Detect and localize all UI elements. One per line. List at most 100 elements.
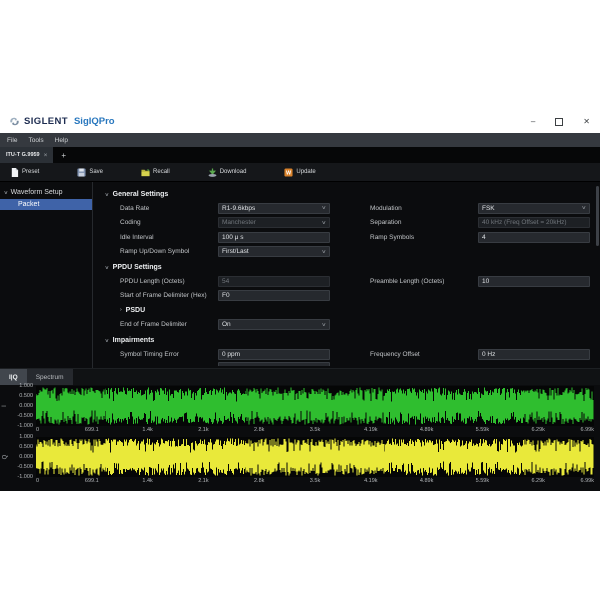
waveform-q-canvas[interactable] <box>36 437 594 477</box>
settings-scrollbar[interactable] <box>596 186 599 246</box>
close-button[interactable]: ✕ <box>583 118 590 126</box>
y-tick-label: 0.000 <box>19 454 33 460</box>
minimize-button[interactable]: – <box>531 118 535 126</box>
waveform-tree: ∨ Waveform Setup Packet <box>0 182 93 368</box>
y-tick-label: 0.500 <box>19 393 33 399</box>
x-tick-label: 6.99k <box>581 478 594 484</box>
plot-tab-bar: I|Q Spectrum <box>0 369 600 385</box>
menu-tools[interactable]: Tools <box>28 137 43 144</box>
save-button[interactable]: Save <box>77 168 103 177</box>
eofd-select[interactable]: On∨ <box>218 319 330 330</box>
y-tick-label: 0.000 <box>19 403 33 409</box>
x-tick-label: 4.19k <box>364 427 377 433</box>
menu-file[interactable]: File <box>7 137 17 144</box>
chevron-down-icon: ∨ <box>322 220 327 226</box>
preamble-length-field[interactable]: 10 <box>478 276 590 287</box>
app-window: SIGLENT SigIQPro – ✕ File Tools Help ITU… <box>0 110 600 490</box>
separation-field: 40 kHz (Freq Offset = 20kHz) <box>478 217 590 228</box>
y-tick-label: -0.500 <box>17 413 33 419</box>
chevron-down-icon: ∨ <box>104 265 109 271</box>
download-arrow-icon <box>208 168 217 177</box>
x-tick-label: 2.8k <box>254 478 264 484</box>
preset-button[interactable]: Preset <box>10 168 39 177</box>
y-axis-labels: 1.0000.5000.000-0.500-1.000 <box>10 437 36 477</box>
tab-close-icon[interactable]: × <box>44 152 48 159</box>
field-label: Ramp Up/Down Symbol <box>120 248 218 255</box>
x-axis-labels: 0699.11.4k2.1k2.8k3.5k4.19k4.89k5.59k6.2… <box>36 426 594 436</box>
title-bar: SIGLENT SigIQPro – ✕ <box>0 110 600 133</box>
field-label: Frequency Offset <box>370 351 478 358</box>
plot-panel: I|Q Spectrum I 1.000 0.500 0.000 -0.500 -1.0… <box>0 368 600 491</box>
x-tick-label: 1.4k <box>142 478 152 484</box>
y-axis-title-q: Q <box>0 437 10 477</box>
y-tick-label: -1.000 <box>17 474 33 480</box>
x-tick-label: 699.1 <box>85 427 99 433</box>
idle-interval-field[interactable]: 100 μ s <box>218 232 330 243</box>
x-tick-label: 4.89k <box>420 478 433 484</box>
field-label: Preamble Length (Octets) <box>370 278 478 285</box>
tab-spectrum[interactable]: Spectrum <box>27 369 73 385</box>
x-tick-label: 3.5k <box>310 478 320 484</box>
x-axis-labels: 0699.11.4k2.1k2.8k3.5k4.19k4.89k5.59k6.2… <box>36 477 594 487</box>
download-button[interactable]: Download <box>208 168 247 177</box>
modulation-select[interactable]: FSK∨ <box>478 203 590 214</box>
menu-help[interactable]: Help <box>55 137 68 144</box>
section-ppdu-settings[interactable]: ∨ PPDU Settings <box>93 261 600 274</box>
field-label: Start of Frame Delimiter (Hex) <box>120 292 218 299</box>
symbol-timing-error-field[interactable]: 0 ppm <box>218 349 330 360</box>
row-eofd: End of Frame Delimiter On∨ <box>93 318 600 333</box>
x-tick-label: 0 <box>36 478 39 484</box>
y-tick-label: -1.000 <box>17 423 33 429</box>
y-tick-label: 1.000 <box>19 383 33 389</box>
ppdu-length-field: 54 <box>218 276 330 287</box>
frequency-offset-field[interactable]: 0 Hz <box>478 349 590 360</box>
ramp-updown-select[interactable]: First/Last∨ <box>218 246 330 257</box>
x-tick-label: 4.19k <box>364 478 377 484</box>
section-psdu[interactable]: › PSDU <box>93 303 600 318</box>
y-axis-title-i: I <box>0 386 10 426</box>
x-tick-label: 5.59k <box>476 478 489 484</box>
recall-button[interactable]: Recall <box>141 168 170 177</box>
toolbar: Preset Save Recall Download W Update <box>0 163 600 182</box>
field-label: End of Frame Delimiter <box>120 321 218 328</box>
add-tab-button[interactable]: + <box>53 147 74 163</box>
x-tick-label: 3.5k <box>310 427 320 433</box>
section-general-settings[interactable]: ∨ General Settings <box>93 188 600 201</box>
y-tick-label: -0.500 <box>17 464 33 470</box>
x-tick-label: 0 <box>36 427 39 433</box>
ramp-symbols-field[interactable]: 4 <box>478 232 590 243</box>
row-ramp-updown: Ramp Up/Down Symbol First/Last∨ <box>93 245 600 260</box>
tree-root-waveform-setup[interactable]: ∨ Waveform Setup <box>0 187 92 198</box>
chevron-down-icon: ∨ <box>3 190 8 196</box>
waveform-i-canvas[interactable] <box>36 386 594 426</box>
chevron-down-icon: ∨ <box>322 249 327 255</box>
update-badge-icon: W <box>284 168 293 177</box>
plot-q: Q 1.0000.5000.000-0.500-1.000 0699.11.4k… <box>0 437 600 488</box>
section-impairments[interactable]: ∨ Impairments <box>93 334 600 347</box>
x-tick-label: 6.29k <box>531 478 544 484</box>
tab-itu-t-g9959[interactable]: ITU-T G.9959 × <box>0 147 53 163</box>
data-rate-select[interactable]: R1-9.6kbps∨ <box>218 203 330 214</box>
x-tick-label: 4.89k <box>420 427 433 433</box>
x-tick-label: 1.4k <box>142 427 152 433</box>
y-tick-label: 1.000 <box>19 434 33 440</box>
tree-item-packet[interactable]: Packet <box>0 199 92 210</box>
x-tick-label: 2.8k <box>254 427 264 433</box>
update-button[interactable]: W Update <box>284 168 315 177</box>
field-label: Modulation <box>370 205 478 212</box>
clipped-next-field <box>93 362 600 366</box>
field-label: PPDU Length (Octets) <box>120 278 218 285</box>
maximize-button[interactable] <box>555 118 563 126</box>
row-sfd: Start of Frame Delimiter (Hex) F0 <box>93 289 600 304</box>
x-tick-label: 6.29k <box>531 427 544 433</box>
sfd-field[interactable]: F0 <box>218 290 330 301</box>
document-icon <box>10 168 19 177</box>
plot-i: I 1.000 0.500 0.000 -0.500 -1.000 0 699.1 1.4k… <box>0 386 600 437</box>
chevron-down-icon: ∨ <box>322 205 327 211</box>
coding-select: Manchester∨ <box>218 217 330 228</box>
y-axis-labels: 1.000 0.500 0.000 -0.500 -1.000 <box>10 386 36 426</box>
settings-panel: ∨ General Settings Data Rate R1-9.6kbps∨… <box>93 182 600 368</box>
x-tick-label: 6.99k <box>581 427 594 433</box>
field-label: Data Rate <box>120 205 218 212</box>
chevron-down-icon: ∨ <box>104 338 109 344</box>
